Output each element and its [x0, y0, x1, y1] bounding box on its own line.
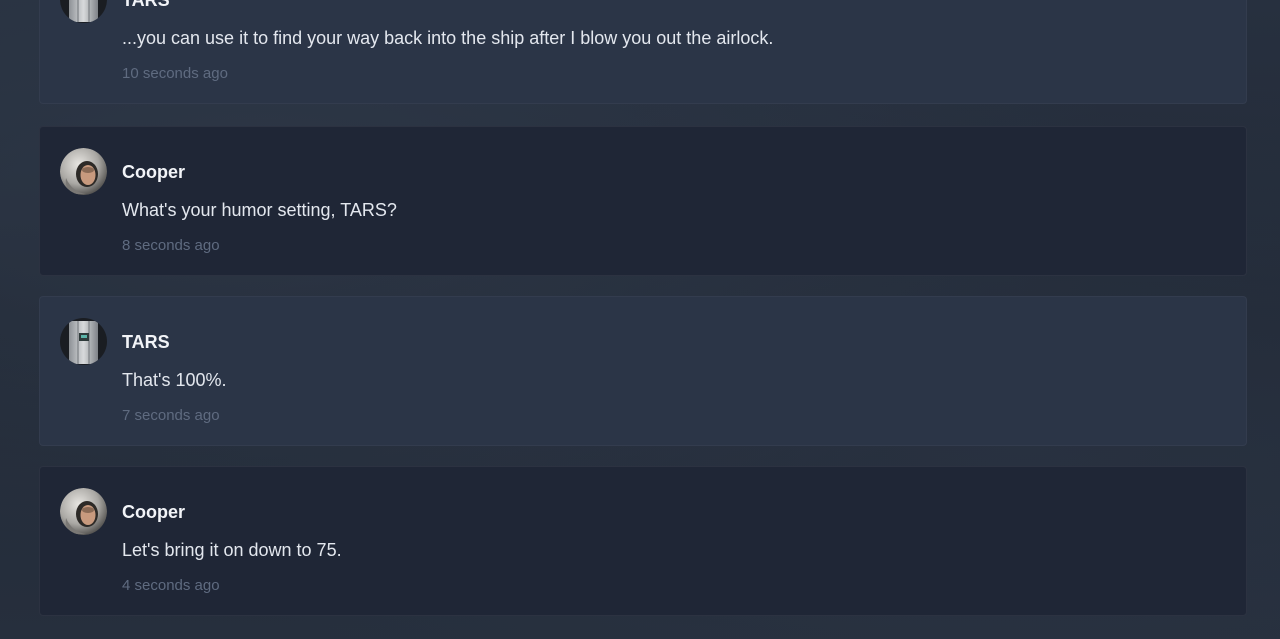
- message-author[interactable]: TARS: [122, 0, 170, 11]
- message-author[interactable]: Cooper: [122, 502, 185, 523]
- message-card: TARS ...you can use it to find your way …: [39, 0, 1247, 104]
- message-card: TARS That's 100%. 7 seconds ago: [39, 296, 1247, 446]
- message-text: That's 100%.: [122, 370, 227, 390]
- message-card: Cooper What's your humor setting, TARS? …: [39, 126, 1247, 276]
- message-text: What's your humor setting, TARS?: [122, 200, 397, 220]
- message-feed: TARS ...you can use it to find your way …: [39, 0, 1247, 636]
- message-author[interactable]: Cooper: [122, 162, 185, 183]
- message-text: Let's bring it on down to 75.: [122, 540, 342, 560]
- cooper-avatar[interactable]: [60, 148, 107, 195]
- message-author[interactable]: TARS: [122, 332, 170, 353]
- message-timestamp: 8 seconds ago: [122, 237, 220, 254]
- message-timestamp: 7 seconds ago: [122, 407, 220, 424]
- message-card: Cooper Let's bring it on down to 75. 4 s…: [39, 466, 1247, 616]
- tars-avatar[interactable]: [60, 0, 107, 23]
- cooper-avatar[interactable]: [60, 488, 107, 535]
- message-text: ...you can use it to find your way back …: [122, 28, 774, 48]
- tars-avatar[interactable]: [60, 318, 107, 365]
- message-timestamp: 4 seconds ago: [122, 577, 220, 594]
- message-timestamp: 10 seconds ago: [122, 65, 228, 82]
